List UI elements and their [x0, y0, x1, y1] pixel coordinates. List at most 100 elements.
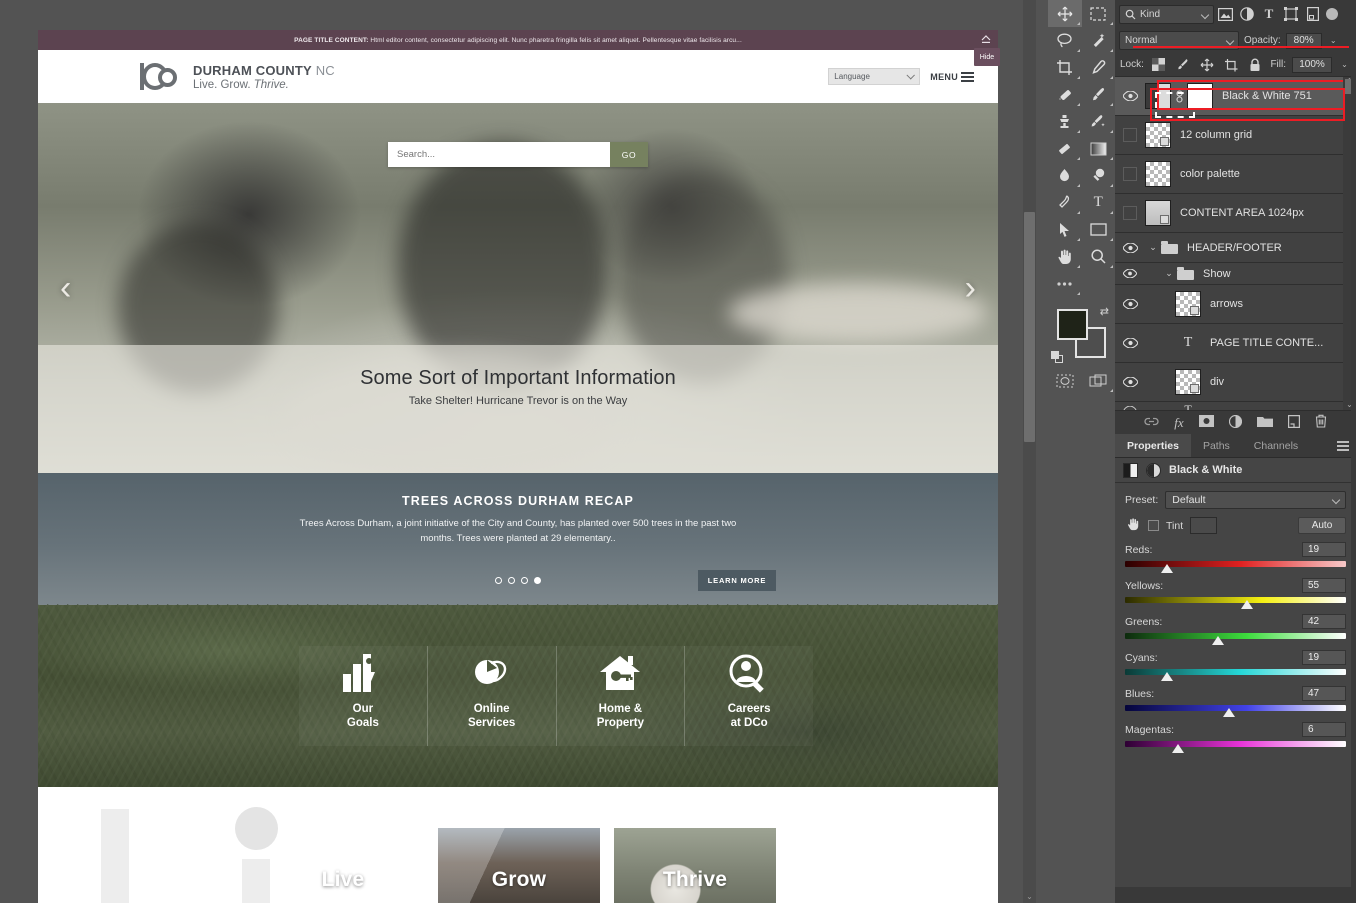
canvas-area[interactable]: PAGE TITLE CONTENT: Html editor content,… — [0, 0, 1036, 903]
dodge-tool[interactable] — [1082, 162, 1116, 189]
hero-next-arrow[interactable]: › — [965, 271, 976, 305]
feature-card-grow[interactable]: Grow — [438, 828, 600, 903]
layer-visibility-eye-icon[interactable] — [1115, 377, 1145, 387]
move-tool[interactable] — [1048, 0, 1082, 27]
slider-track[interactable] — [1125, 561, 1346, 573]
quick-mask-icon[interactable] — [1048, 367, 1082, 394]
layer-visibility-eye-icon[interactable] — [1115, 269, 1145, 278]
layer-filter-kind-select[interactable]: Kind — [1119, 4, 1214, 24]
layer-thumbnail[interactable] — [1175, 369, 1201, 395]
crop-tool[interactable] — [1048, 54, 1082, 81]
slider-value[interactable]: 6 — [1302, 722, 1346, 737]
hand-tool[interactable] — [1048, 243, 1082, 270]
layer-name[interactable]: PAGE TITLE CONTE... — [1210, 337, 1323, 349]
shape-filter-icon[interactable] — [1280, 4, 1302, 24]
slider-value[interactable]: 55 — [1302, 578, 1346, 593]
layer-thumbnail[interactable] — [1145, 122, 1171, 148]
search-go-button[interactable]: GO — [610, 142, 648, 167]
layer-row-12-column-grid[interactable]: 12 column grid — [1115, 116, 1356, 155]
layer-row-partial[interactable]: T — [1115, 402, 1356, 410]
lock-artboard-icon[interactable] — [1222, 55, 1240, 75]
layer-thumbnail[interactable] — [1145, 161, 1171, 187]
edit-toolbar-tool[interactable] — [1048, 270, 1082, 297]
pagination-dot-active[interactable] — [534, 577, 541, 584]
collapse-icon[interactable] — [980, 33, 992, 45]
lock-all-icon[interactable] — [1246, 55, 1264, 75]
layer-row-div[interactable]: div — [1115, 363, 1356, 402]
rectangle-tool[interactable] — [1082, 216, 1116, 243]
swap-colors-icon[interactable]: ⇄ — [1100, 305, 1109, 318]
fill-chevron-down-icon[interactable]: ⌄ — [1338, 57, 1351, 73]
slider-track[interactable] — [1125, 741, 1346, 753]
tint-checkbox[interactable] — [1148, 520, 1159, 531]
tab-paths[interactable]: Paths — [1191, 434, 1242, 457]
screen-mode-icon[interactable] — [1082, 367, 1116, 394]
lock-image-icon[interactable] — [1174, 55, 1192, 75]
scroll-down-arrow-icon[interactable]: ⌄ — [1025, 892, 1034, 901]
layer-name[interactable]: Black & White 751 — [1222, 90, 1312, 102]
layer-thumbnail[interactable] — [1145, 200, 1171, 226]
layer-visibility-eye-icon[interactable] — [1115, 91, 1145, 101]
layer-name[interactable]: CONTENT AREA 1024px — [1180, 207, 1304, 219]
layer-row-content-area[interactable]: CONTENT AREA 1024px — [1115, 194, 1356, 233]
slider-value[interactable]: 19 — [1302, 650, 1346, 665]
mask-link-icon[interactable] — [1171, 89, 1187, 103]
filter-enable-toggle[interactable] — [1326, 8, 1338, 20]
auto-button[interactable]: Auto — [1298, 517, 1346, 534]
slider-handle[interactable] — [1240, 600, 1253, 609]
brush-tool[interactable] — [1082, 81, 1116, 108]
slider-track[interactable] — [1125, 705, 1346, 717]
quick-link-online-services[interactable]: Online Services — [427, 646, 557, 746]
tint-color-swatch[interactable] — [1190, 517, 1218, 534]
slider-value[interactable]: 42 — [1302, 614, 1346, 629]
layer-thumbnail[interactable] — [1175, 291, 1201, 317]
delete-layer-icon[interactable] — [1315, 414, 1327, 431]
blend-mode-select[interactable]: Normal — [1119, 31, 1239, 50]
gradient-tool[interactable] — [1082, 135, 1116, 162]
group-expand-chevron-icon[interactable]: ⌄ — [1145, 242, 1161, 253]
slider-handle[interactable] — [1211, 636, 1224, 645]
layer-row-black-and-white[interactable]: Black & White 751 — [1115, 77, 1356, 116]
quick-link-careers[interactable]: Careers at DCo — [685, 646, 813, 746]
fill-value[interactable]: 100% — [1292, 56, 1332, 73]
quick-link-home-property[interactable]: Home & Property — [556, 646, 686, 746]
group-expand-chevron-icon[interactable]: ⌄ — [1161, 268, 1177, 279]
slider-value[interactable]: 19 — [1302, 542, 1346, 557]
layer-visibility-eye-icon[interactable] — [1115, 299, 1145, 309]
preset-select[interactable]: Default — [1165, 491, 1346, 509]
layer-style-fx-icon[interactable]: fx — [1174, 415, 1183, 431]
language-select[interactable]: Language — [828, 68, 921, 85]
smart-object-filter-icon[interactable] — [1302, 4, 1324, 24]
canvas-vertical-scrollbar[interactable]: ⌄ — [1023, 0, 1036, 903]
pagination-dot[interactable] — [508, 577, 515, 584]
new-adjustment-icon[interactable] — [1228, 414, 1242, 431]
blur-tool[interactable] — [1048, 162, 1082, 189]
opacity-value[interactable]: 80% — [1285, 32, 1322, 49]
layer-name[interactable]: arrows — [1210, 298, 1243, 310]
eyedropper-tool[interactable] — [1082, 54, 1116, 81]
feature-card-live[interactable]: Live — [262, 828, 424, 903]
layer-visibility-eye-icon[interactable] — [1115, 338, 1145, 348]
layer-visibility-toggle[interactable] — [1115, 206, 1145, 220]
pixel-filter-icon[interactable] — [1214, 4, 1236, 24]
slider-handle[interactable] — [1160, 564, 1173, 573]
new-group-icon[interactable] — [1256, 415, 1273, 430]
layer-group-name[interactable]: Show — [1203, 268, 1231, 280]
hero-slider[interactable]: ‹ › GO Some Sort of Important Informatio… — [38, 103, 998, 473]
layer-group-show[interactable]: ⌄ Show — [1115, 263, 1356, 285]
slider-track[interactable] — [1125, 633, 1346, 645]
lock-transparency-icon[interactable] — [1150, 55, 1168, 75]
layer-row-color-palette[interactable]: color palette — [1115, 155, 1356, 194]
layer-thumbnail-adjustment[interactable] — [1145, 83, 1171, 109]
lasso-tool[interactable] — [1048, 27, 1082, 54]
zoom-tool[interactable] — [1082, 243, 1116, 270]
learn-more-button[interactable]: LEARN MORE — [698, 570, 776, 591]
clone-stamp-tool[interactable] — [1048, 108, 1082, 135]
lock-position-icon[interactable] — [1198, 55, 1216, 75]
pagination-dot[interactable] — [521, 577, 528, 584]
feature-card-thrive[interactable]: Thrive — [614, 828, 776, 903]
document-artboard[interactable]: PAGE TITLE CONTENT: Html editor content,… — [38, 30, 998, 903]
search-input[interactable] — [388, 142, 610, 167]
slider-handle[interactable] — [1160, 672, 1173, 681]
recap-pagination-dots[interactable] — [495, 577, 541, 584]
